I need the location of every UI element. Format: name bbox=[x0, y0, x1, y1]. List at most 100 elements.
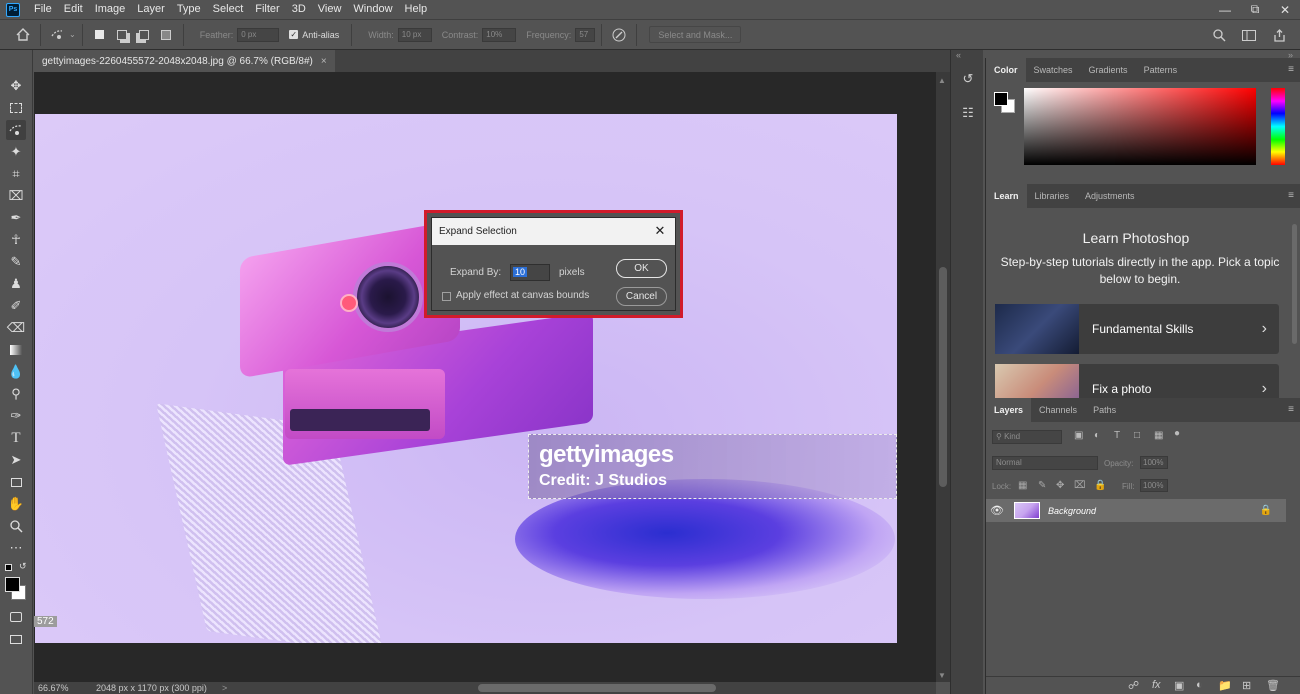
learn-scrollbar[interactable] bbox=[1290, 214, 1298, 394]
visibility-eye-icon[interactable]: 👁 bbox=[986, 504, 1008, 517]
opacity-field[interactable]: 100% bbox=[1140, 456, 1168, 469]
document-tab[interactable]: gettyimages-2260455572-2048x2048.jpg @ 6… bbox=[34, 50, 335, 72]
expand-by-input[interactable]: 10 bbox=[510, 264, 550, 281]
panel-menu-icon[interactable]: ≡ bbox=[1288, 64, 1294, 75]
properties-panel-icon[interactable]: ☷ bbox=[959, 104, 977, 122]
frame-tool-icon[interactable]: ⌧ bbox=[6, 186, 26, 206]
rectangle-tool-icon[interactable] bbox=[6, 472, 26, 492]
marquee-tool-icon[interactable] bbox=[6, 98, 26, 118]
width-field[interactable]: 10 px bbox=[397, 27, 432, 42]
filter-shape-icon[interactable]: □ bbox=[1134, 430, 1140, 441]
feather-field[interactable]: 0 px bbox=[237, 27, 280, 42]
zoom-level[interactable]: 66.67% bbox=[34, 683, 82, 693]
gradient-tool-icon[interactable] bbox=[6, 340, 26, 360]
lock-image-icon[interactable]: ✎ bbox=[1038, 480, 1046, 491]
magic-wand-tool-icon[interactable]: ✦ bbox=[6, 142, 26, 162]
tab-color[interactable]: Color bbox=[986, 58, 1026, 82]
watermark-selection[interactable]: gettyimages Credit: J Studios bbox=[528, 434, 897, 499]
menu-layer[interactable]: Layer bbox=[131, 0, 171, 19]
fill-field[interactable]: 100% bbox=[1140, 479, 1168, 492]
history-panel-icon[interactable]: ↺ bbox=[959, 70, 977, 88]
brush-tool-icon[interactable]: ✎ bbox=[6, 252, 26, 272]
adjustment-layer-icon[interactable]: ◐ bbox=[1196, 679, 1203, 691]
antialias-checkbox[interactable]: ✓ bbox=[289, 30, 299, 39]
horizontal-scrollbar[interactable] bbox=[234, 684, 932, 692]
eyedropper-tool-icon[interactable]: ✒ bbox=[6, 208, 26, 228]
learn-card-fix-a-photo[interactable]: Fix a photo › bbox=[995, 364, 1279, 398]
scroll-down-icon[interactable]: ▼ bbox=[938, 671, 946, 680]
panel-menu-icon[interactable]: ≡ bbox=[1288, 190, 1294, 201]
vertical-scroll-thumb[interactable] bbox=[939, 267, 947, 487]
menu-help[interactable]: Help bbox=[399, 0, 434, 19]
more-tools-icon[interactable]: ⋯ bbox=[6, 538, 26, 558]
blur-tool-icon[interactable]: 💧 bbox=[6, 362, 26, 382]
filter-pixel-icon[interactable]: ▣ bbox=[1074, 430, 1083, 441]
quick-selection-tool-icon[interactable] bbox=[47, 24, 69, 46]
menu-filter[interactable]: Filter bbox=[249, 0, 285, 19]
workspace-icon[interactable] bbox=[1238, 24, 1260, 46]
pressure-pen-icon[interactable] bbox=[608, 24, 630, 46]
menu-select[interactable]: Select bbox=[207, 0, 250, 19]
add-mask-icon[interactable]: ▣ bbox=[1174, 679, 1184, 692]
canvas-area[interactable]: gettyimages Credit: J Studios 572 bbox=[34, 72, 936, 682]
tool-preset-chevron-icon[interactable]: ⌄ bbox=[69, 30, 76, 39]
minimize-icon[interactable]: — bbox=[1210, 0, 1240, 19]
foreground-color-swatch[interactable] bbox=[994, 92, 1008, 106]
new-group-icon[interactable]: 📁 bbox=[1218, 679, 1232, 692]
delete-layer-icon[interactable]: 🗑 bbox=[1266, 679, 1280, 692]
home-icon[interactable] bbox=[12, 24, 34, 46]
healing-brush-tool-icon[interactable]: ☥ bbox=[6, 230, 26, 250]
menu-window[interactable]: Window bbox=[347, 0, 398, 19]
intersect-selection-icon[interactable] bbox=[155, 24, 177, 46]
filter-adjustment-icon[interactable]: ◐ bbox=[1094, 430, 1100, 441]
eraser-tool-icon[interactable]: ⌫ bbox=[6, 318, 26, 338]
close-icon[interactable]: ✕ bbox=[1270, 0, 1300, 19]
menu-file[interactable]: File bbox=[28, 0, 58, 19]
close-icon[interactable]: ✕ bbox=[653, 224, 667, 238]
menu-image[interactable]: Image bbox=[89, 0, 132, 19]
path-selection-tool-icon[interactable]: ➤ bbox=[6, 450, 26, 470]
filter-smart-object-icon[interactable]: ▦ bbox=[1154, 430, 1163, 441]
tab-paths[interactable]: Paths bbox=[1085, 398, 1124, 422]
tab-gradients[interactable]: Gradients bbox=[1081, 58, 1136, 82]
layer-style-icon[interactable]: fx bbox=[1152, 679, 1161, 691]
scroll-up-icon[interactable]: ▲ bbox=[938, 76, 946, 85]
default-colors-icon[interactable] bbox=[5, 564, 12, 571]
lock-all-icon[interactable]: 🔒 bbox=[1094, 480, 1106, 491]
ok-button[interactable]: OK bbox=[616, 259, 667, 278]
blend-mode-select[interactable]: Normal bbox=[992, 456, 1098, 470]
select-and-mask-button[interactable]: Select and Mask... bbox=[649, 26, 742, 43]
share-icon[interactable] bbox=[1268, 24, 1290, 46]
swap-colors-icon[interactable]: ↺ bbox=[19, 561, 27, 572]
close-tab-icon[interactable]: × bbox=[321, 56, 327, 67]
new-layer-icon[interactable]: ⊞ bbox=[1242, 679, 1251, 692]
menu-edit[interactable]: Edit bbox=[58, 0, 89, 19]
dodge-tool-icon[interactable]: ⚲ bbox=[6, 384, 26, 404]
lock-transparent-icon[interactable]: ▦ bbox=[1018, 480, 1027, 491]
layer-lock-icon[interactable]: 🔒 bbox=[1260, 505, 1272, 516]
type-tool-icon[interactable]: T bbox=[6, 428, 26, 448]
horizontal-scroll-thumb[interactable] bbox=[478, 684, 716, 692]
crop-tool-icon[interactable]: ⌗ bbox=[6, 164, 26, 184]
new-selection-icon[interactable] bbox=[89, 24, 111, 46]
restore-icon[interactable]: ⧉ bbox=[1240, 0, 1270, 19]
layer-kind-filter[interactable]: ⚲ Kind bbox=[992, 430, 1062, 444]
history-brush-tool-icon[interactable]: ✐ bbox=[6, 296, 26, 316]
collapse-left-icon[interactable]: « bbox=[956, 50, 961, 60]
zoom-tool-icon[interactable] bbox=[6, 516, 26, 536]
subtract-selection-icon[interactable] bbox=[133, 24, 155, 46]
search-icon[interactable] bbox=[1208, 24, 1230, 46]
tab-swatches[interactable]: Swatches bbox=[1026, 58, 1081, 82]
filter-toggle-icon[interactable]: ● bbox=[1174, 428, 1180, 439]
menu-view[interactable]: View bbox=[312, 0, 348, 19]
cancel-button[interactable]: Cancel bbox=[616, 287, 667, 306]
tab-adjustments[interactable]: Adjustments bbox=[1077, 184, 1143, 208]
lock-artboard-icon[interactable]: ⌧ bbox=[1074, 480, 1086, 491]
tab-layers[interactable]: Layers bbox=[986, 398, 1032, 422]
contrast-field[interactable]: 10% bbox=[482, 27, 517, 42]
add-to-selection-icon[interactable] bbox=[111, 24, 133, 46]
frequency-field[interactable]: 57 bbox=[575, 27, 596, 42]
tab-learn[interactable]: Learn bbox=[986, 184, 1027, 208]
hue-slider[interactable] bbox=[1271, 88, 1285, 165]
tab-libraries[interactable]: Libraries bbox=[1027, 184, 1078, 208]
